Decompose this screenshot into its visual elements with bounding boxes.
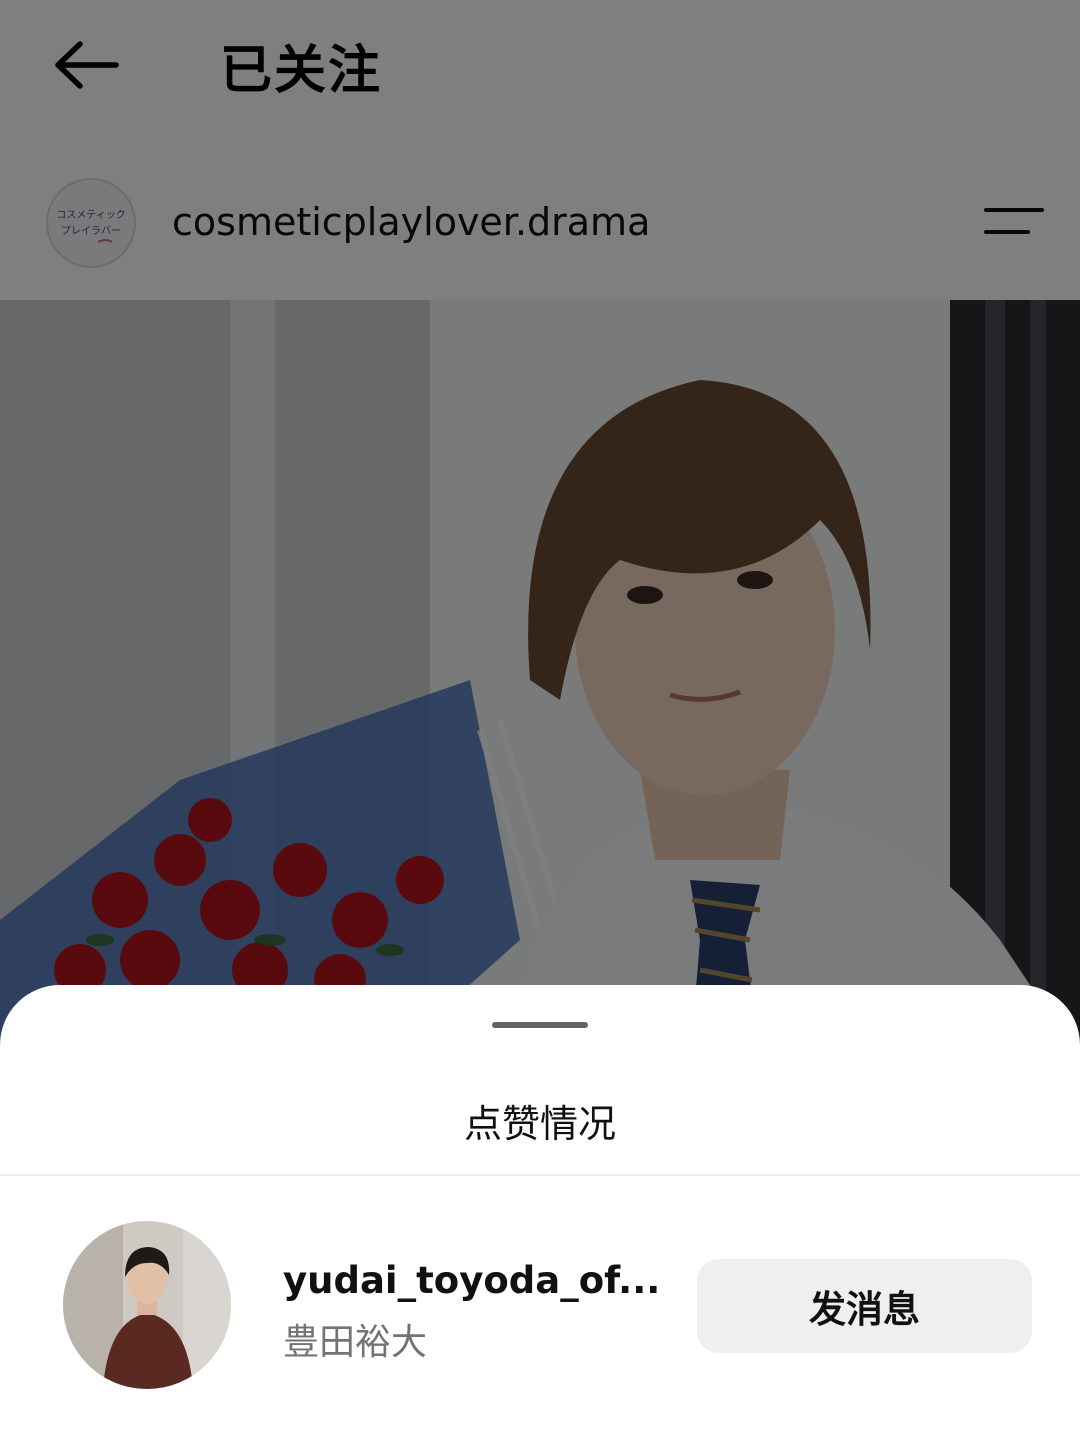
likes-bottom-sheet: 点赞情况 yudai_toyoda_of... 豊田裕大 发消息 (0, 985, 1080, 1440)
send-message-button[interactable]: 发消息 (697, 1259, 1032, 1353)
divider (0, 1174, 1080, 1176)
sheet-grabber-handle[interactable] (492, 1022, 588, 1028)
user-photo-icon (63, 1221, 231, 1389)
avatar[interactable] (63, 1221, 231, 1389)
liker-username[interactable]: yudai_toyoda_of... (283, 1259, 660, 1302)
liker-row[interactable]: yudai_toyoda_of... 豊田裕大 发消息 (0, 1221, 1080, 1391)
liker-fullname: 豊田裕大 (283, 1322, 428, 1363)
sheet-title: 点赞情况 (463, 1102, 616, 1146)
